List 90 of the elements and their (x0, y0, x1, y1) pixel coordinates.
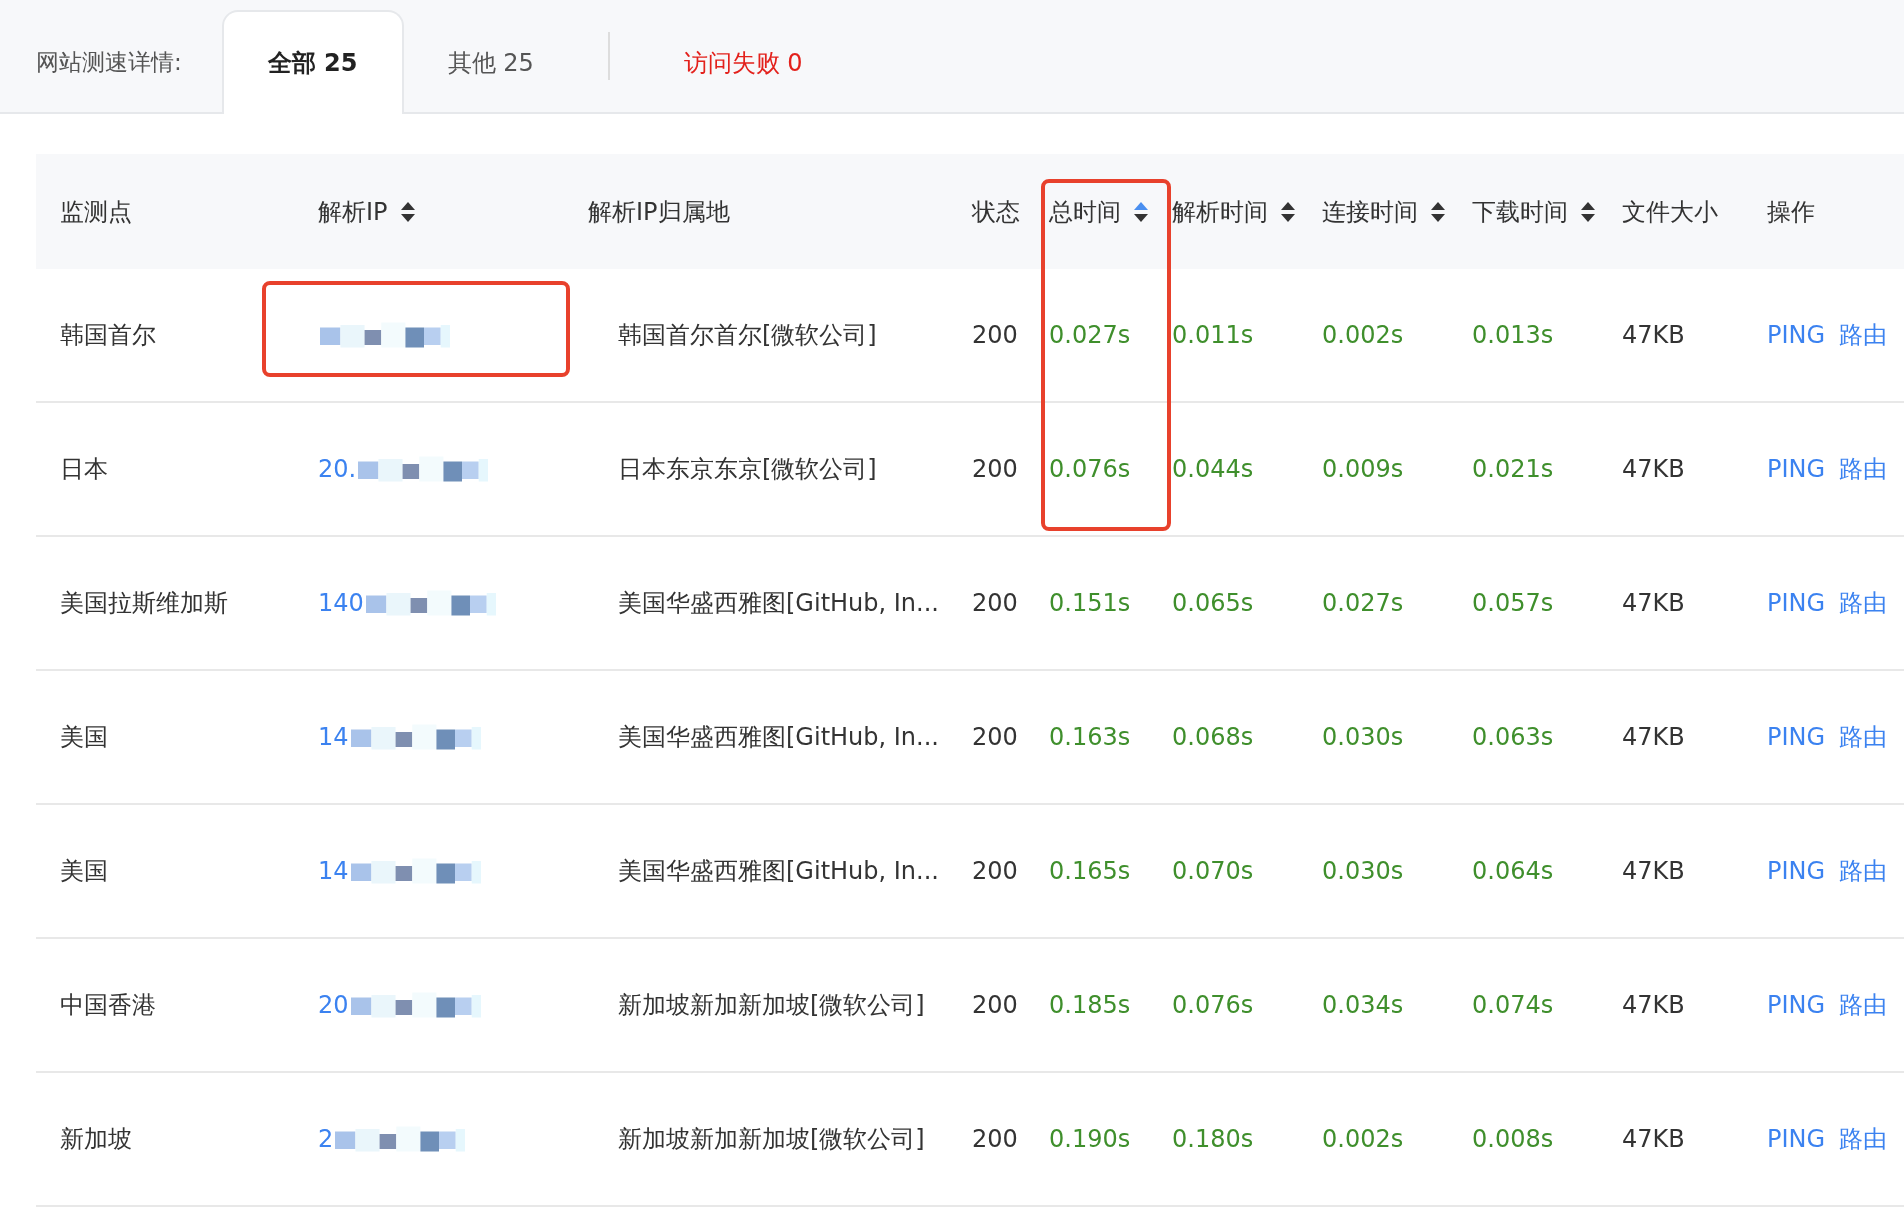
table-cell-text: 新加坡新加新加坡[微软公司] (618, 990, 925, 1021)
action-link[interactable]: 路由 (1839, 721, 1888, 753)
tabs-label: 网站测速详情: (36, 48, 182, 77)
ip-address[interactable]: 20. (318, 455, 357, 483)
table-cell: 0.064s (1472, 857, 1554, 885)
action-link[interactable]: 路由 (1839, 453, 1888, 485)
column-header: 操作 (1767, 196, 1815, 228)
table-cell: 0.002s (1322, 1125, 1404, 1153)
table-cell: 0.009s (1322, 455, 1404, 483)
table-cell: 0.021s (1472, 455, 1554, 483)
column-header: 监测点 (60, 196, 132, 228)
table-cell: 200 (972, 723, 1018, 751)
table-cell-text: 美国华盛西雅图[GitHub, In... (618, 588, 939, 619)
column-header: 下载时间 (1472, 196, 1568, 228)
ip-address[interactable]: 14 (318, 857, 349, 885)
table-cell: 200 (972, 321, 1018, 349)
ip-address[interactable]: 14 (318, 723, 349, 751)
table-cell: 0.044s (1172, 455, 1254, 483)
table-cell: 0.030s (1322, 723, 1404, 751)
table-cell: 0.013s (1472, 321, 1554, 349)
action-link[interactable]: PING (1767, 857, 1826, 885)
table-cell: 0.151s (1049, 589, 1131, 617)
table-cell-text: 新加坡新加新加坡[微软公司] (618, 1124, 925, 1155)
table-cell-text: 中国香港 (60, 990, 156, 1021)
action-link[interactable]: PING (1767, 589, 1826, 617)
action-link[interactable]: PING (1767, 723, 1826, 751)
table-cell: 47KB (1622, 991, 1685, 1019)
table-cell: 47KB (1622, 455, 1685, 483)
table-cell: 0.027s (1049, 321, 1131, 349)
table-cell: 200 (972, 857, 1018, 885)
action-link[interactable]: 路由 (1839, 587, 1888, 619)
table-cell-text: 韩国首尔首尔[微软公司] (618, 320, 877, 351)
column-header: 总时间 (1049, 196, 1121, 228)
ip-address[interactable]: 140 (318, 589, 364, 617)
table-cell: 200 (972, 991, 1018, 1019)
table-cell: 0.070s (1172, 857, 1254, 885)
tab[interactable]: 访问失败 0 (639, 12, 847, 114)
action-link[interactable]: PING (1767, 991, 1826, 1019)
column-header: 文件大小 (1622, 196, 1718, 228)
table-cell: 0.002s (1322, 321, 1404, 349)
action-link[interactable]: PING (1767, 321, 1826, 349)
table-cell-text: 美国华盛西雅图[GitHub, In... (618, 856, 939, 887)
table-cell: 0.076s (1049, 455, 1131, 483)
column-header: 状态 (972, 196, 1020, 228)
ip-address[interactable]: 20 (318, 991, 349, 1019)
table-cell-text: 日本 (60, 454, 108, 485)
table-cell: 200 (972, 1125, 1018, 1153)
action-link[interactable]: PING (1767, 1125, 1826, 1153)
table-cell: 0.030s (1322, 857, 1404, 885)
table-cell: 47KB (1622, 857, 1685, 885)
table-cell: 0.185s (1049, 991, 1131, 1019)
table-cell: 0.027s (1322, 589, 1404, 617)
action-link[interactable]: 路由 (1839, 319, 1888, 351)
table-cell: 0.065s (1172, 589, 1254, 617)
table-cell: 0.008s (1472, 1125, 1554, 1153)
action-link[interactable]: 路由 (1839, 855, 1888, 887)
tab[interactable]: 全部 25 (221, 10, 404, 114)
table-cell-text: 韩国首尔 (60, 320, 156, 351)
table-cell: 47KB (1622, 321, 1685, 349)
table-cell-text: 日本东京东京[微软公司] (618, 454, 877, 485)
table-cell: 0.074s (1472, 991, 1554, 1019)
table-cell-text: 美国 (60, 856, 108, 887)
column-header: 连接时间 (1322, 196, 1418, 228)
table-cell: 200 (972, 589, 1018, 617)
table-cell: 0.068s (1172, 723, 1254, 751)
table-cell: 47KB (1622, 589, 1685, 617)
column-header: 解析IP (318, 196, 388, 228)
tab[interactable]: 其他 25 (403, 12, 578, 114)
action-link[interactable]: 路由 (1839, 989, 1888, 1021)
table-cell: 0.163s (1049, 723, 1131, 751)
table-cell: 0.034s (1322, 991, 1404, 1019)
table-cell-text: 新加坡 (60, 1124, 132, 1155)
table-cell-text: 美国拉斯维加斯 (60, 588, 228, 619)
table-cell: 0.063s (1472, 723, 1554, 751)
table-cell: 0.180s (1172, 1125, 1254, 1153)
table-cell: 200 (972, 455, 1018, 483)
table-cell: 47KB (1622, 1125, 1685, 1153)
table-cell-text: 美国 (60, 722, 108, 753)
ip-address[interactable]: 2 (318, 1125, 334, 1153)
table-cell: 0.190s (1049, 1125, 1131, 1153)
table-cell: 0.165s (1049, 857, 1131, 885)
action-link[interactable]: 路由 (1839, 1123, 1888, 1155)
column-header: 解析时间 (1172, 196, 1268, 228)
table-cell: 47KB (1622, 723, 1685, 751)
table-cell: 0.011s (1172, 321, 1254, 349)
table-cell-text: 美国华盛西雅图[GitHub, In... (618, 722, 939, 753)
table-cell: 0.076s (1172, 991, 1254, 1019)
column-header: 解析IP归属地 (588, 196, 730, 228)
table-cell: 0.057s (1472, 589, 1554, 617)
action-link[interactable]: PING (1767, 455, 1826, 483)
